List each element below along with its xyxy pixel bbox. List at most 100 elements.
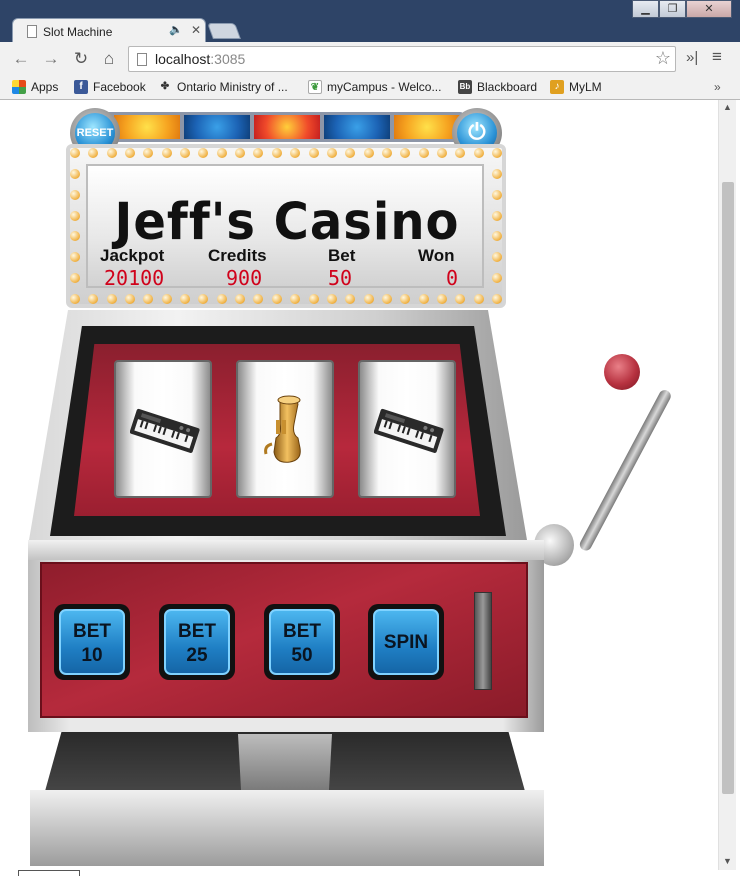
marquee-light-dot — [125, 294, 136, 304]
keyboard-icon — [130, 408, 200, 453]
marquee-light-dot — [492, 168, 502, 179]
bookmark-facebook[interactable]: f Facebook — [74, 80, 146, 94]
marquee-light-dot — [271, 294, 282, 304]
apps-grid-icon — [12, 80, 26, 94]
marquee-light-dot — [271, 148, 282, 158]
bet-25-button[interactable]: BET 25 — [159, 604, 235, 680]
marquee-light-dot — [492, 189, 502, 200]
stat-label-credits: Credits — [208, 246, 267, 265]
marquee-light-dot — [161, 148, 172, 158]
tab-slot-machine[interactable]: Slot Machine 🔈 ✕ — [12, 18, 206, 44]
bookmark-mycampus[interactable]: ❦ myCampus - Welco... — [308, 80, 441, 94]
marquee-light-dot — [216, 294, 227, 304]
tab-strip: Slot Machine 🔈 ✕ — [0, 14, 740, 44]
marquee-light-dot — [70, 294, 80, 304]
forward-arrow-icon[interactable]: → — [40, 48, 62, 70]
bet-25-face: BET 25 — [164, 609, 230, 675]
tab-close-icon[interactable]: ✕ — [191, 23, 201, 37]
reel-1 — [114, 360, 212, 498]
light-bulb — [394, 115, 460, 139]
marquee-light-dot — [473, 148, 484, 158]
back-arrow-icon[interactable]: ← — [10, 48, 32, 70]
light-bulb — [184, 115, 250, 139]
marquee-light-dot — [436, 148, 447, 158]
marquee-light-dot — [492, 210, 502, 221]
new-tab-button[interactable] — [207, 23, 241, 39]
credits-value: 900 — [226, 266, 263, 290]
vertical-scrollbar[interactable]: ▲ ▼ — [718, 100, 736, 870]
leaf-icon: ❦ — [308, 80, 322, 94]
light-bulb — [324, 115, 390, 139]
casino-sign: Jeff's Casino Jackpot Credits Bet Won 20… — [86, 164, 484, 290]
marquee-light-dot — [473, 294, 484, 304]
marquee-light-dot — [363, 148, 374, 158]
marquee-light-dot — [70, 189, 80, 200]
menu-icon[interactable]: ≡ — [712, 47, 722, 67]
stat-label-won: Won — [418, 246, 455, 265]
casino-title: Jeff's Casino — [114, 192, 460, 252]
page-icon — [27, 25, 37, 38]
marquee-light-dot — [216, 148, 227, 158]
marquee-light-dot — [70, 210, 80, 221]
address-bar[interactable]: localhost:3085 ☆ — [128, 46, 676, 72]
light-bulb — [254, 115, 320, 139]
bookmark-apps[interactable]: Apps — [12, 80, 58, 94]
bet-10-face: BET 10 — [59, 609, 125, 675]
bet-25-line2: 25 — [186, 645, 208, 666]
marquee-light-dot — [492, 148, 502, 158]
bookmark-blackboard[interactable]: Bb Blackboard — [458, 80, 537, 94]
marquee-light-dot — [106, 148, 117, 158]
bet-50-line2: 50 — [291, 645, 313, 666]
speaker-icon: 🔈 — [169, 24, 183, 36]
bet-10-button[interactable]: BET 10 — [54, 604, 130, 680]
bookmarks-bar: Apps f Facebook ✤ Ontario Ministry of ..… — [0, 76, 740, 100]
light-bar — [104, 112, 464, 142]
won-value: 0 — [446, 266, 459, 290]
blackboard-icon: Bb — [458, 80, 472, 94]
lever-knob[interactable] — [604, 354, 640, 390]
bet-50-button[interactable]: BET 50 — [264, 604, 340, 680]
spin-button[interactable]: SPIN — [368, 604, 444, 680]
page-icon — [137, 53, 147, 66]
stat-label-bet: Bet — [328, 246, 356, 265]
marquee-light-dot — [418, 148, 429, 158]
home-icon[interactable]: ⌂ — [98, 48, 120, 70]
bookmark-star-icon[interactable]: ☆ — [655, 48, 671, 69]
scroll-thumb[interactable] — [722, 182, 734, 794]
scroll-up-icon[interactable]: ▲ — [723, 102, 732, 112]
marquee-light-dot — [436, 294, 447, 304]
marquee-light-dot — [492, 294, 502, 304]
marquee-light-dot — [326, 294, 337, 304]
page-viewport: RESET ⏻ Jeff's Casino Jackpot Credits Be… — [4, 100, 718, 876]
marquee-light-dot — [381, 148, 392, 158]
bet-50-line1: BET — [283, 621, 321, 642]
reel-3 — [358, 360, 456, 498]
lever-arm[interactable] — [577, 388, 673, 553]
bookmarks-overflow[interactable]: » — [714, 80, 721, 94]
marquee-light-dot — [326, 148, 337, 158]
mylm-icon: ♪ — [550, 80, 564, 94]
marquee-light-dot — [381, 294, 392, 304]
marquee-light-dot — [308, 294, 319, 304]
bet-10-line2: 10 — [81, 645, 103, 666]
stat-label-jackpot: Jackpot — [100, 246, 165, 265]
extensions-overflow-icon[interactable]: »| — [686, 49, 698, 66]
marquee-light-dot — [418, 294, 429, 304]
bookmark-mylm[interactable]: ♪ MyLM — [550, 80, 602, 94]
ontario-trillium-icon: ✤ — [160, 81, 170, 92]
marquee-light-dot — [161, 294, 172, 304]
scroll-down-icon[interactable]: ▼ — [723, 856, 732, 866]
reload-icon[interactable]: ↻ — [70, 48, 92, 70]
light-bulb — [114, 115, 180, 139]
marquee-light-dot — [70, 168, 80, 179]
marquee-light-dot — [106, 294, 117, 304]
coin-slot — [474, 592, 492, 690]
spin-face: SPIN — [373, 609, 439, 675]
bet-10-line1: BET — [73, 621, 111, 642]
status-stub — [18, 870, 80, 876]
reel-2 — [236, 360, 334, 498]
spin-label: SPIN — [383, 632, 429, 653]
jackpot-value: 20100 — [104, 266, 165, 290]
tuba-icon — [264, 395, 301, 463]
bookmark-ontario[interactable]: ✤ Ontario Ministry of ... — [158, 80, 288, 94]
